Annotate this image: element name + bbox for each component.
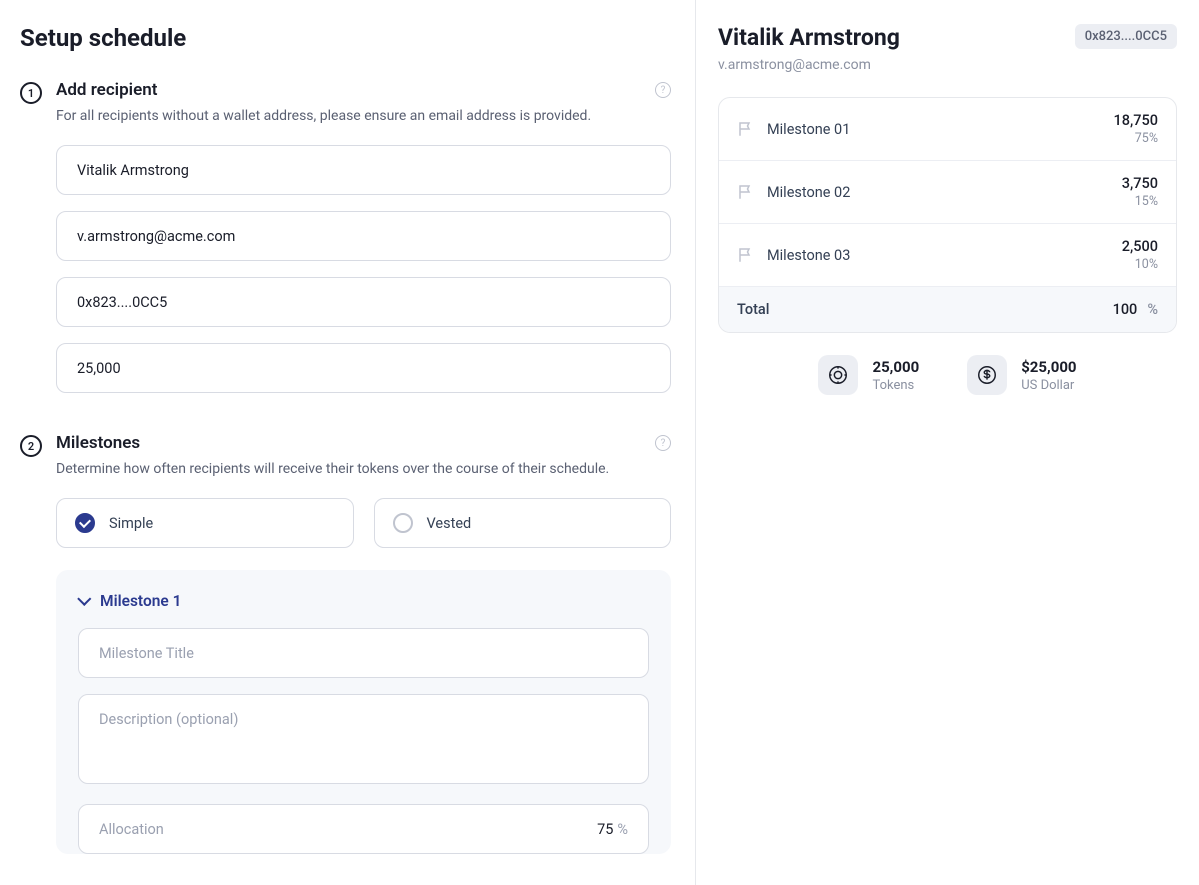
radio-label-vested: Vested	[427, 515, 472, 532]
chevron-down-icon	[78, 594, 92, 608]
radio-option-simple[interactable]: Simple	[56, 498, 354, 548]
section-desc-milestones: Determine how often recipients will rece…	[56, 459, 671, 480]
allocation-unit: %	[617, 821, 628, 838]
radio-unchecked-icon	[393, 513, 413, 533]
section-add-recipient: 1 Add recipient ? For all recipients wit…	[20, 80, 671, 409]
radio-label-simple: Simple	[109, 515, 153, 532]
allocation-value: 75	[597, 821, 613, 838]
usd-label: US Dollar	[1021, 378, 1076, 393]
summary-wallet-chip: 0x823....0CC5	[1075, 24, 1177, 49]
total-row: Total 100 %	[719, 287, 1176, 332]
milestone-heading: Milestone 1	[100, 592, 181, 610]
flag-icon	[737, 120, 755, 138]
tokens-label: Tokens	[872, 378, 919, 393]
section-title-milestones: Milestones	[56, 433, 140, 453]
milestone-amount: 2,500	[1122, 238, 1158, 255]
section-milestones: 2 Milestones ? Determine how often recip…	[20, 433, 671, 870]
milestone-name: Milestone 02	[767, 184, 850, 201]
milestone-editor-panel: Milestone 1 Allocation 75 %	[56, 570, 671, 854]
token-icon	[818, 355, 858, 395]
help-icon[interactable]: ?	[655, 82, 671, 98]
dollar-icon	[967, 355, 1007, 395]
table-row: Milestone 01 18,750 75%	[719, 98, 1176, 161]
allocation-input[interactable]: Allocation 75 %	[78, 804, 649, 854]
radio-checked-icon	[75, 513, 95, 533]
recipient-email-input[interactable]	[56, 211, 671, 261]
step-badge-2: 2	[20, 435, 42, 457]
table-row: Milestone 02 3,750 15%	[719, 161, 1176, 224]
step-badge-1: 1	[20, 82, 42, 104]
milestone-title-input[interactable]	[78, 628, 649, 678]
milestone-description-input[interactable]	[78, 694, 649, 784]
milestone-name: Milestone 03	[767, 247, 850, 264]
milestone-accordion-toggle[interactable]: Milestone 1	[78, 592, 649, 610]
summary-recipient-email: v.armstrong@acme.com	[718, 57, 1177, 73]
section-title-add-recipient: Add recipient	[56, 80, 157, 100]
milestone-pct: 10%	[1122, 257, 1158, 272]
tokens-value: 25,000	[872, 358, 919, 376]
tokens-total: 25,000 Tokens	[818, 355, 919, 395]
total-unit: %	[1147, 301, 1158, 318]
milestone-pct: 15%	[1122, 194, 1158, 209]
usd-total: $25,000 US Dollar	[967, 355, 1076, 395]
recipient-name-input[interactable]	[56, 145, 671, 195]
total-label: Total	[737, 301, 769, 318]
milestone-summary-card: Milestone 01 18,750 75% Milestone 02 3,7…	[718, 97, 1177, 333]
totals-summary: 25,000 Tokens $25,000 US Dollar	[718, 355, 1177, 395]
help-icon[interactable]: ?	[655, 435, 671, 451]
section-desc-add-recipient: For all recipients without a wallet addr…	[56, 106, 671, 127]
milestone-pct: 75%	[1114, 131, 1158, 146]
recipient-wallet-input[interactable]	[56, 277, 671, 327]
milestone-amount: 18,750	[1114, 112, 1158, 129]
allocation-label: Allocation	[99, 821, 164, 838]
milestone-name: Milestone 01	[767, 121, 850, 138]
setup-form-panel: Setup schedule 1 Add recipient ? For all…	[0, 0, 696, 885]
radio-option-vested[interactable]: Vested	[374, 498, 672, 548]
total-value: 100	[1113, 301, 1138, 318]
flag-icon	[737, 246, 755, 264]
table-row: Milestone 03 2,500 10%	[719, 224, 1176, 287]
flag-icon	[737, 183, 755, 201]
page-title: Setup schedule	[20, 24, 671, 52]
usd-value: $25,000	[1021, 358, 1076, 376]
recipient-amount-input[interactable]	[56, 343, 671, 393]
summary-recipient-name: Vitalik Armstrong	[718, 24, 900, 51]
milestone-amount: 3,750	[1122, 175, 1158, 192]
summary-panel: Vitalik Armstrong 0x823....0CC5 v.armstr…	[696, 0, 1199, 885]
